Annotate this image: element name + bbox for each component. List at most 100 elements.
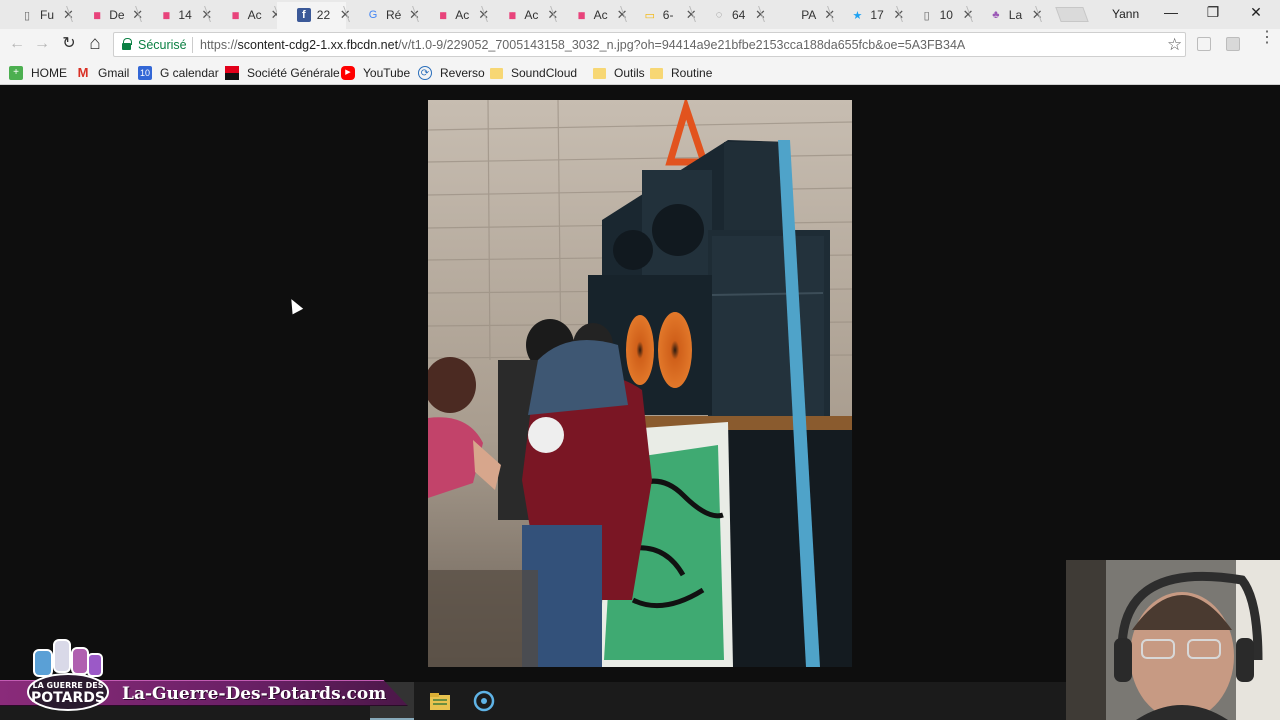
folder-icon xyxy=(650,67,663,79)
minimize-button[interactable]: — xyxy=(1161,4,1181,20)
bookmark-label: Reverso xyxy=(440,65,485,80)
analytics-icon: ▮▮ xyxy=(577,9,586,20)
watermark-site-name: La-Guerre-Des-Potards.com xyxy=(122,684,387,704)
tab-title: 6- xyxy=(662,8,674,22)
bookmark-label: YouTube xyxy=(363,65,411,80)
file-manager-icon xyxy=(430,693,450,710)
tab-title: Ac xyxy=(247,8,262,22)
google-icon: G xyxy=(368,9,378,21)
browser-tab[interactable]: ▮▮14✕ xyxy=(138,2,212,29)
tab-title: Ac xyxy=(593,8,608,22)
browser-tab[interactable]: ▯ 10 ✕ xyxy=(900,2,974,29)
bookmark-item[interactable]: Outils xyxy=(593,64,645,81)
browser-tab[interactable]: GRé✕ xyxy=(346,2,420,29)
browser-tab[interactable]: ▭6-✕ xyxy=(623,2,697,29)
browser-tab[interactable]: ♣La✕ xyxy=(969,2,1043,29)
browser-tab[interactable]: ▮▮Ac✕ xyxy=(415,2,489,29)
webcam-overlay xyxy=(1066,560,1280,720)
cortana-icon xyxy=(473,690,495,712)
profile-name[interactable]: Yann xyxy=(1112,7,1139,21)
bookmark-label: Société Générale xyxy=(247,65,340,80)
potards-logo: LA GUERRE DES POTARDS xyxy=(24,632,114,716)
bookmark-item[interactable]: M Gmail xyxy=(76,64,130,81)
bookmark-label: G calendar xyxy=(160,65,219,80)
menu-icon[interactable]: ⋮ xyxy=(1259,30,1275,46)
potards-logo-image: LA GUERRE DES POTARDS xyxy=(27,639,109,711)
document-icon: ▯ xyxy=(923,9,930,22)
document-icon: ▯ xyxy=(23,9,31,22)
tab-title: 64 xyxy=(732,8,746,22)
browser-tab[interactable]: ◌64✕ xyxy=(692,2,766,29)
restore-button[interactable]: ❐ xyxy=(1203,4,1223,21)
tab-title: La xyxy=(1008,8,1023,22)
bookmark-label: Outils xyxy=(614,65,645,80)
bookmarks-bar: + HOME M Gmail 10 G calendar Société Générale ▶… xyxy=(0,60,1280,85)
blank-icon xyxy=(781,8,795,22)
url-text[interactable]: https://scontent-cdg2-1.xx.fbcdn.net/v/t… xyxy=(200,38,965,52)
sound-system-photo[interactable] xyxy=(428,100,852,667)
folder-icon xyxy=(490,67,503,79)
bookmark-label: Gmail xyxy=(98,65,130,80)
tab-title: 17 xyxy=(870,8,884,22)
reverso-icon: ⟳ xyxy=(418,65,432,80)
url-scheme: https:// xyxy=(200,38,238,52)
omnibox-divider xyxy=(192,37,193,53)
tab-title: 10 xyxy=(939,8,953,22)
browser-tab[interactable]: ▮▮Ac✕ xyxy=(554,2,628,29)
bookmark-label: SoundCloud xyxy=(511,65,578,80)
extension-icon[interactable] xyxy=(1197,37,1211,51)
address-bar[interactable]: Sécurisé https://scontent-cdg2-1.xx.fbcd… xyxy=(113,32,1186,57)
browser-tab[interactable]: ▮▮De✕ xyxy=(69,2,143,29)
tab-title: 14 xyxy=(178,8,192,22)
analytics-icon: ▮▮ xyxy=(162,9,170,20)
tab-strip: ▯Fu✕▮▮De✕▮▮14✕▮▮Ac✕f22✕GRé✕▮▮Ac✕▮▮Ac✕▮▮A… xyxy=(0,0,1280,29)
extension-icon[interactable] xyxy=(1226,37,1240,51)
logo-text-bottom: POTARDS xyxy=(31,690,105,706)
bookmark-star-icon: ★ xyxy=(852,9,863,22)
tab-title: Ac xyxy=(455,8,470,22)
site-icon: ♣ xyxy=(992,9,1000,21)
tab-title: Fu xyxy=(40,8,55,22)
forward-button[interactable]: → xyxy=(33,35,51,53)
browser-tab[interactable]: PA✕ xyxy=(761,2,835,29)
browser-toolbar: ← → ↻ ⌂ Sécurisé https://scontent-cdg2-1… xyxy=(0,29,1280,60)
bookmark-star-icon[interactable]: ☆ xyxy=(1167,35,1182,55)
youtube-icon: ▶ xyxy=(341,65,355,80)
analytics-icon: ▮▮ xyxy=(508,9,516,20)
bookmark-item[interactable]: ⟳ Reverso xyxy=(418,64,485,81)
tab-title: 22 xyxy=(316,8,331,22)
bookmark-item[interactable]: ▶ YouTube xyxy=(341,64,410,81)
bookmark-item[interactable]: 10 G calendar xyxy=(138,64,219,81)
analytics-icon: ▮▮ xyxy=(93,9,101,20)
new-tab-button[interactable] xyxy=(1055,7,1089,22)
close-window-button[interactable]: ✕ xyxy=(1246,4,1266,21)
browser-tab[interactable]: f22✕ xyxy=(276,2,351,29)
reload-button[interactable]: ↻ xyxy=(60,35,78,53)
bookmark-item[interactable]: Société Générale xyxy=(225,64,340,81)
bookmark-item[interactable]: + HOME xyxy=(9,64,67,81)
analytics-icon: ▮▮ xyxy=(231,9,240,20)
facebook-icon: f xyxy=(296,8,311,22)
browser-tab[interactable]: ▮▮Ac✕ xyxy=(484,2,558,29)
browser-tab[interactable]: ▮▮Ac✕ xyxy=(208,2,282,29)
calendar-icon: 10 xyxy=(138,65,152,80)
secure-label: Sécurisé xyxy=(138,38,187,52)
home-button[interactable]: ⌂ xyxy=(86,34,104,53)
lock-icon xyxy=(122,38,132,50)
bookmark-label: HOME xyxy=(31,65,67,80)
webcam-feed xyxy=(1066,560,1280,720)
tab-title: De xyxy=(109,8,125,22)
gmail-icon: M xyxy=(77,64,89,80)
browser-tab[interactable]: ★17✕ xyxy=(830,2,904,29)
tab-title: Ac xyxy=(524,8,539,22)
bookmark-item[interactable]: Routine xyxy=(650,64,712,81)
cortana-icon[interactable] xyxy=(471,688,497,714)
browser-tab[interactable]: ▯Fu✕ xyxy=(0,2,74,29)
back-button[interactable]: ← xyxy=(8,35,26,53)
url-host: scontent-cdg2-1.xx.fbcdn.net xyxy=(237,38,399,52)
analytics-icon: ▮▮ xyxy=(439,9,447,20)
bookmark-item[interactable]: SoundCloud xyxy=(490,64,577,81)
bank-icon xyxy=(225,65,239,80)
url-path: /v/t1.0-9/229052_7005143158_3032_n.jpg?o… xyxy=(398,38,966,52)
file-manager-icon[interactable] xyxy=(427,688,453,714)
